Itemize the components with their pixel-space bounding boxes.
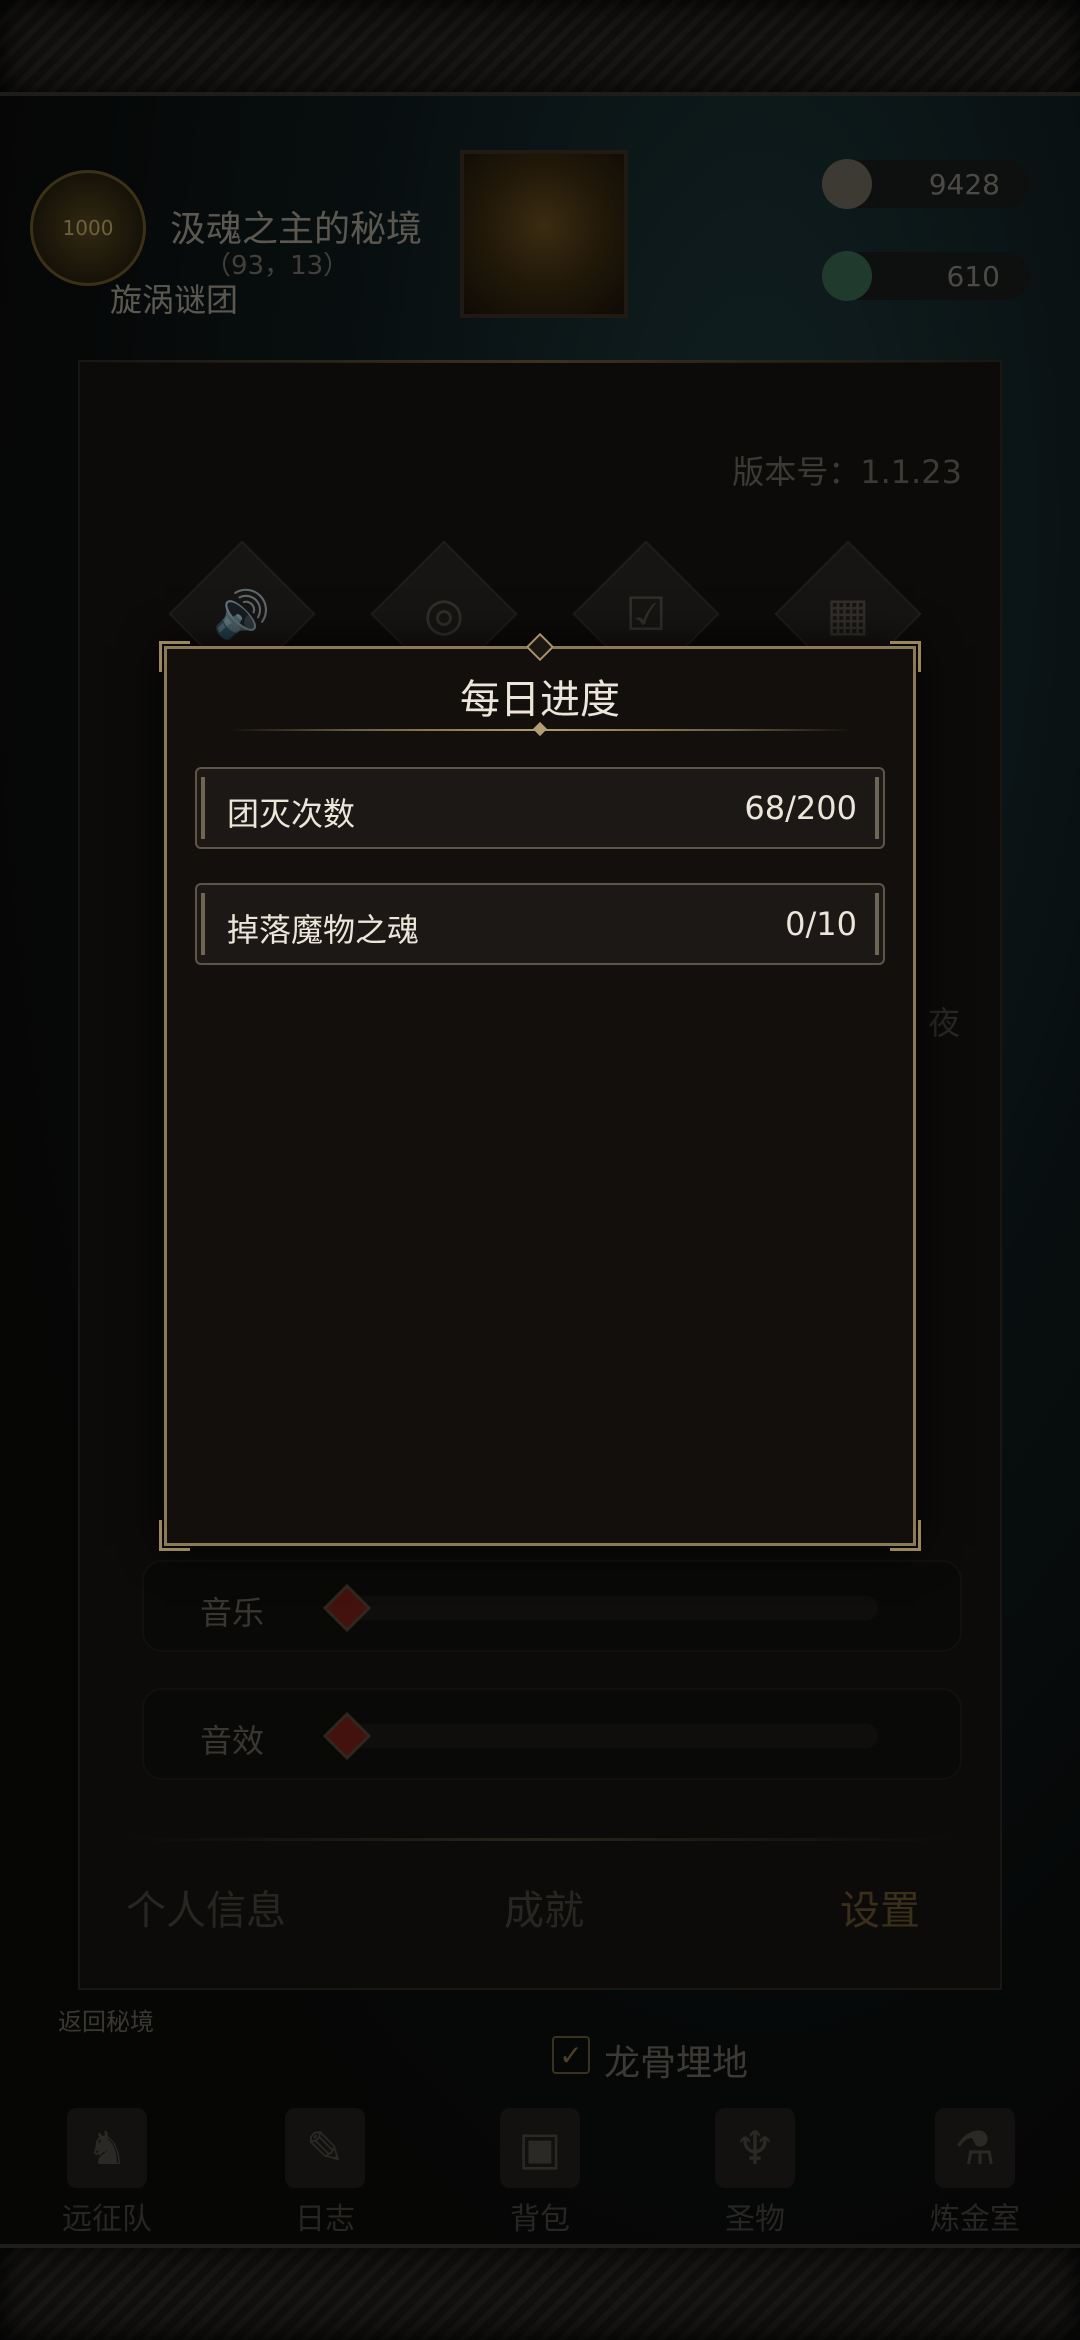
progress-row: 团灭次数 68/200 (195, 767, 885, 849)
modal-title: 每日进度 (460, 677, 620, 723)
corner-ornament (159, 1520, 190, 1551)
progress-label: 团灭次数 (227, 795, 356, 833)
corner-ornament (890, 1520, 921, 1551)
progress-row: 掉落魔物之魂 0/10 (195, 883, 885, 965)
progress-label: 掉落魔物之魂 (227, 911, 420, 949)
daily-progress-modal: 每日进度 团灭次数 68/200 掉落魔物之魂 0/10 (159, 632, 921, 1551)
progress-value: 68/200 (744, 789, 857, 827)
progress-value: 0/10 (785, 905, 857, 943)
